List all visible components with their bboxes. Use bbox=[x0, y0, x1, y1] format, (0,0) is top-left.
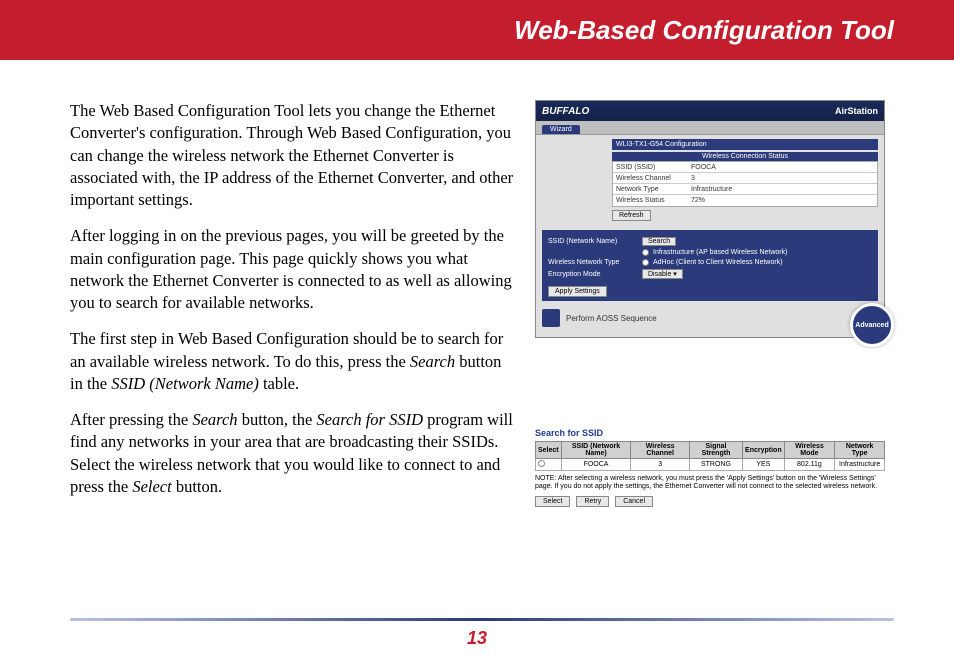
p3-search-italic: Search bbox=[410, 352, 455, 371]
header-bar: Web-Based Configuration Tool bbox=[0, 0, 954, 60]
row-value: 3 bbox=[688, 175, 877, 182]
product-name: AirStation bbox=[835, 106, 878, 116]
image-column: BUFFALO AirStation Wizard WLI3-TX1-G54 C… bbox=[535, 100, 914, 512]
row-value: Infrastructure bbox=[688, 186, 877, 193]
p3-c: table. bbox=[259, 374, 299, 393]
tab-bar: Wizard bbox=[536, 121, 884, 135]
apply-button[interactable]: Apply Settings bbox=[548, 286, 607, 297]
p4-select-italic: Select bbox=[132, 477, 171, 496]
ssid-label: SSID (Network Name) bbox=[548, 238, 638, 245]
p4-search-italic: Search bbox=[192, 410, 237, 429]
aoss-row: Perform AOSS Sequence bbox=[542, 309, 878, 327]
config-title: WLI3-TX1-G54 Configuration bbox=[612, 139, 878, 150]
text-column: The Web Based Configuration Tool lets yo… bbox=[70, 100, 515, 512]
brand-logo: BUFFALO bbox=[542, 106, 589, 117]
p4-b: button, the bbox=[238, 410, 317, 429]
aoss-icon[interactable] bbox=[542, 309, 560, 327]
table-row: Wireless Status72% bbox=[613, 195, 877, 206]
cancel-button[interactable]: Cancel bbox=[615, 496, 653, 507]
th-channel: Wireless Channel bbox=[631, 442, 689, 459]
row-enc: YES bbox=[743, 459, 785, 471]
status-header: Wireless Connection Status bbox=[612, 152, 878, 161]
table-row[interactable]: FOOCA 3 STRONG YES 802.11g Infrastructur… bbox=[536, 459, 885, 471]
th-enc: Encryption bbox=[743, 442, 785, 459]
retry-button[interactable]: Retry bbox=[576, 496, 609, 507]
search-table: Select SSID (Network Name) Wireless Chan… bbox=[535, 441, 885, 471]
radio-infra[interactable] bbox=[642, 249, 649, 256]
table-header-row: Select SSID (Network Name) Wireless Chan… bbox=[536, 442, 885, 459]
p3-ssid-italic: SSID (Network Name) bbox=[111, 374, 259, 393]
search-note: NOTE: After selecting a wireless network… bbox=[535, 475, 885, 492]
th-select: Select bbox=[536, 442, 562, 459]
search-button[interactable]: Search bbox=[642, 237, 676, 246]
th-ssid: SSID (Network Name) bbox=[561, 442, 631, 459]
search-buttons: Select Retry Cancel bbox=[535, 496, 885, 507]
tab-wizard[interactable]: Wizard bbox=[542, 125, 580, 134]
paragraph-2: After logging in on the previous pages, … bbox=[70, 225, 515, 314]
table-row: SSID (SSID)FOOCA bbox=[613, 162, 877, 173]
row-select-radio[interactable] bbox=[536, 459, 562, 471]
search-screenshot: Search for SSID Select SSID (Network Nam… bbox=[535, 428, 885, 507]
status-table: SSID (SSID)FOOCA Wireless Channel3 Netwo… bbox=[612, 161, 878, 207]
screenshot-header: BUFFALO AirStation bbox=[536, 101, 884, 121]
th-signal: Signal Strength bbox=[689, 442, 742, 459]
content: The Web Based Configuration Tool lets yo… bbox=[0, 60, 954, 512]
th-mode: Wireless Mode bbox=[784, 442, 835, 459]
encryption-select[interactable]: Disable ▾ bbox=[642, 269, 683, 279]
page-number: 13 bbox=[0, 628, 954, 649]
footer-rule bbox=[70, 618, 894, 621]
paragraph-4: After pressing the Search button, the Se… bbox=[70, 409, 515, 498]
row-channel: 3 bbox=[631, 459, 689, 471]
p4-d: button. bbox=[172, 477, 222, 496]
row-label: Wireless Status bbox=[613, 197, 688, 204]
th-nettype: Network Type bbox=[835, 442, 885, 459]
table-row: Network TypeInfrastructure bbox=[613, 184, 877, 195]
page-title: Web-Based Configuration Tool bbox=[514, 15, 894, 46]
radio-adhoc[interactable] bbox=[642, 259, 649, 266]
opt-adhoc: AdHoc (Client to Client Wireless Network… bbox=[653, 259, 783, 266]
opt-infrastructure: Infrastructure (AP based Wireless Networ… bbox=[653, 249, 787, 256]
row-ssid: FOOCA bbox=[561, 459, 631, 471]
row-nettype: Infrastructure bbox=[835, 459, 885, 471]
search-title: Search for SSID bbox=[535, 428, 885, 438]
p4-sfs-italic: Search for SSID bbox=[316, 410, 423, 429]
row-value: 72% bbox=[688, 197, 877, 204]
network-type-label: Wireless Network Type bbox=[548, 259, 638, 266]
settings-panel: SSID (Network Name) Search Infrastructur… bbox=[542, 230, 878, 301]
table-row: Wireless Channel3 bbox=[613, 173, 877, 184]
row-mode: 802.11g bbox=[784, 459, 835, 471]
select-button[interactable]: Select bbox=[535, 496, 570, 507]
screenshot-body: WLI3-TX1-G54 Configuration Wireless Conn… bbox=[536, 135, 884, 337]
row-label: SSID (SSID) bbox=[613, 164, 688, 171]
aoss-label: Perform AOSS Sequence bbox=[566, 314, 657, 323]
p4-a: After pressing the bbox=[70, 410, 192, 429]
row-signal: STRONG bbox=[689, 459, 742, 471]
paragraph-1: The Web Based Configuration Tool lets yo… bbox=[70, 100, 515, 211]
row-label: Network Type bbox=[613, 186, 688, 193]
refresh-button[interactable]: Refresh bbox=[612, 210, 651, 221]
paragraph-3: The first step in Web Based Configuratio… bbox=[70, 328, 515, 395]
encryption-label: Encryption Mode bbox=[548, 271, 638, 278]
advanced-badge[interactable]: Advanced bbox=[850, 303, 894, 347]
row-value: FOOCA bbox=[688, 164, 877, 171]
config-screenshot: BUFFALO AirStation Wizard WLI3-TX1-G54 C… bbox=[535, 100, 885, 338]
row-label: Wireless Channel bbox=[613, 175, 688, 182]
